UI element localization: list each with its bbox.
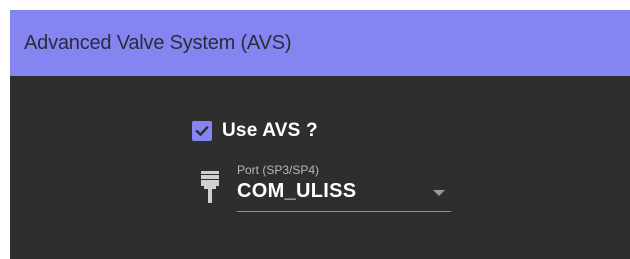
port-select-label: Port (SP3/SP4)	[237, 163, 320, 177]
port-select-value: COM_ULISS	[237, 180, 357, 202]
panel-title: Advanced Valve System (AVS)	[24, 31, 292, 54]
avs-panel: Advanced Valve System (AVS) Use AVS ? Po…	[10, 10, 630, 259]
port-select[interactable]: Port (SP3/SP4) COM_ULISS	[237, 163, 451, 212]
use-avs-label: Use AVS ?	[222, 120, 318, 141]
use-avs-checkbox[interactable]	[192, 121, 212, 141]
chevron-down-icon[interactable]	[433, 190, 445, 196]
panel-header: Advanced Valve System (AVS)	[10, 10, 630, 76]
panel-body: Use AVS ? Port (SP3/SP4) COM_ULISS	[10, 76, 630, 259]
use-avs-checkbox-row[interactable]: Use AVS ?	[192, 120, 318, 142]
checkmark-icon	[195, 125, 209, 137]
serial-port-icon	[201, 171, 219, 203]
